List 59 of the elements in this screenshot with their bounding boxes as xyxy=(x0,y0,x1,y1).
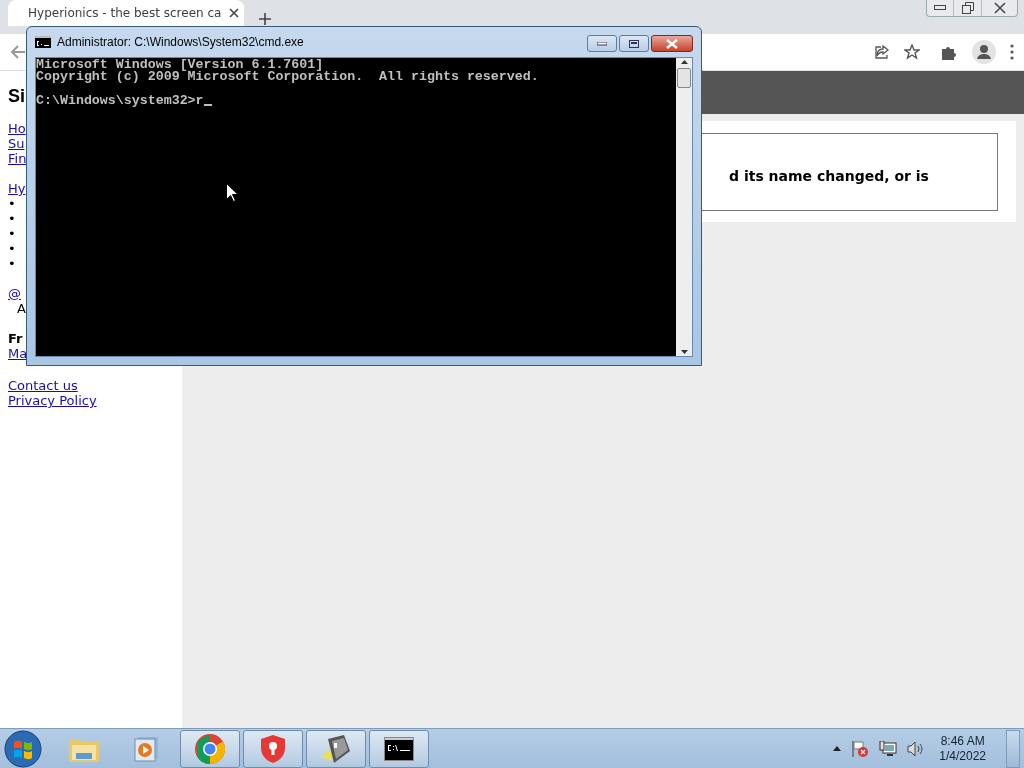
network-icon[interactable] xyxy=(879,740,898,757)
scroll-down-icon[interactable] xyxy=(680,350,688,354)
footer-link[interactable]: Contact us xyxy=(8,378,78,393)
clock-time: 8:46 AM xyxy=(940,733,985,749)
nav-link[interactable]: Ho xyxy=(8,121,26,136)
taskbar-button[interactable] xyxy=(306,729,366,768)
minimize-icon xyxy=(934,5,946,11)
footer-link[interactable]: Privacy Policy xyxy=(8,393,97,408)
console-prompt: C:\Windows\system32>r xyxy=(36,95,204,107)
media-player-icon xyxy=(134,735,160,762)
nav-link[interactable]: Su xyxy=(8,136,25,151)
maximize-icon xyxy=(629,39,639,48)
scrollbar[interactable] xyxy=(676,58,692,356)
shield-icon xyxy=(259,733,287,764)
volume-icon[interactable] xyxy=(907,740,926,757)
restore-icon xyxy=(961,2,974,14)
chrome-icon xyxy=(194,732,226,765)
taskbar-button[interactable] xyxy=(369,729,429,768)
console-line: Microsoft Windows [Version 6.1.7601] xyxy=(36,59,324,71)
mouse-pointer-icon xyxy=(226,183,238,202)
clock-date: 1/4/2022 xyxy=(939,748,986,764)
clock[interactable]: 8:46 AM 1/4/2022 xyxy=(939,733,986,764)
command-prompt-icon xyxy=(35,36,51,48)
scroll-thumb[interactable] xyxy=(677,68,691,88)
console-output[interactable]: Microsoft Windows [Version 6.1.7601] Copyright (c) 2009 Microsoft Corporation. All rights reserved. C:\Windows\system32>r xyxy=(36,58,676,356)
menu-icon[interactable] xyxy=(1010,44,1014,60)
browser-tab[interactable]: Hyperionics - the best screen ca xyxy=(8,0,244,26)
close-icon xyxy=(666,38,678,49)
flag-icon[interactable] xyxy=(851,739,870,758)
minimize-icon xyxy=(597,41,607,46)
bullet: • xyxy=(8,196,16,211)
window-title: Administrator: C:\Windows\System32\cmd.exe xyxy=(57,35,304,49)
free-link[interactable]: Ma xyxy=(8,346,28,361)
show-hidden-icon[interactable] xyxy=(833,746,842,751)
close-icon xyxy=(993,2,1006,14)
message-text: d its name changed, or is xyxy=(729,168,929,184)
bullet: • xyxy=(8,256,16,271)
console-line: Copyright (c) 2009 Microsoft Corporation. All rights reserved. xyxy=(36,71,540,83)
share-icon[interactable] xyxy=(874,44,890,60)
start-button[interactable] xyxy=(4,729,42,768)
bullet: • xyxy=(8,211,16,226)
back-icon[interactable] xyxy=(10,44,26,60)
star-icon[interactable] xyxy=(904,44,920,60)
text-cursor xyxy=(203,104,212,106)
scanner-icon xyxy=(320,732,352,765)
free-heading: Fr xyxy=(8,331,23,346)
bullet: • xyxy=(8,226,16,241)
nav-link[interactable]: Fin xyxy=(8,151,27,166)
site-title: Si xyxy=(8,85,25,108)
bullet: • xyxy=(8,241,16,256)
scroll-up-icon[interactable] xyxy=(680,60,688,64)
maximize-button[interactable] xyxy=(619,35,649,52)
social-link[interactable]: @ xyxy=(8,286,21,301)
tab-title: Hyperionics - the best screen ca xyxy=(28,6,222,20)
section-link[interactable]: Hy xyxy=(8,181,26,196)
command-prompt-icon xyxy=(384,736,414,761)
close-button[interactable] xyxy=(651,35,693,52)
profile-icon[interactable] xyxy=(972,40,996,64)
social-note: A xyxy=(16,301,26,316)
